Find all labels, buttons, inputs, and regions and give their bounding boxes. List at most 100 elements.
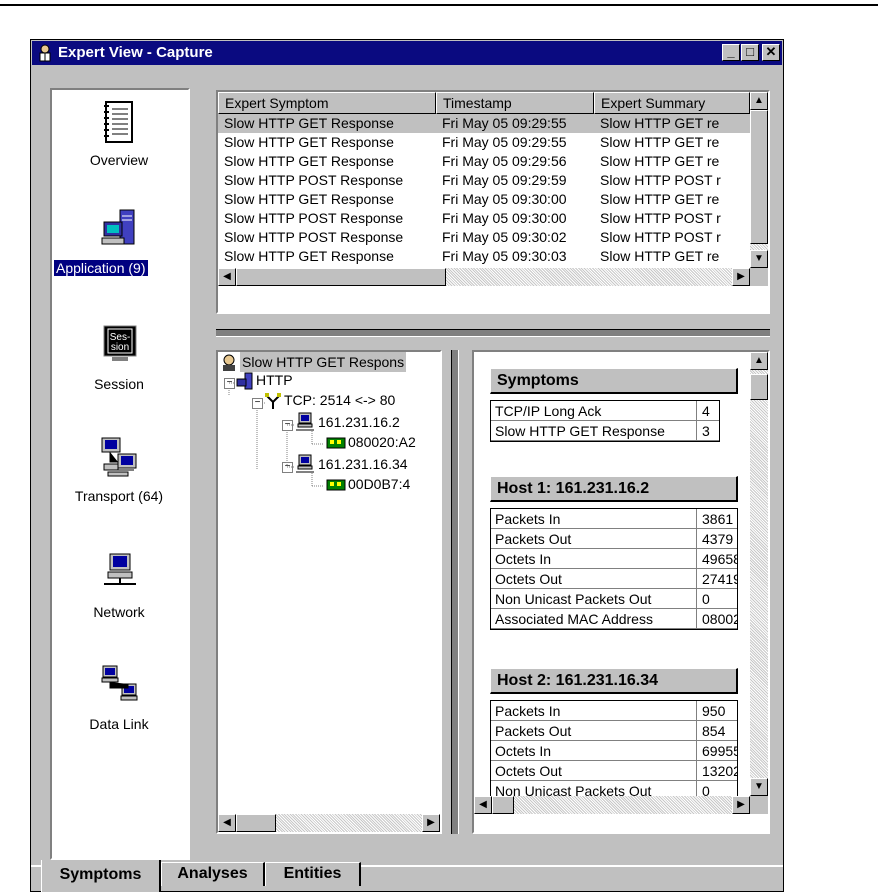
details-vertical-scrollbar[interactable]: ▲ ▼ xyxy=(750,352,768,814)
scroll-right-button[interactable]: ▶ xyxy=(732,796,750,814)
minimize-button[interactable]: _ xyxy=(722,44,740,61)
tab-symptoms[interactable]: Symptoms xyxy=(41,860,161,892)
table-row[interactable]: Slow HTTP POST Response Fri May 05 09:30:… xyxy=(218,228,758,247)
cell-timestamp: Fri May 05 09:29:55 xyxy=(442,115,567,131)
cell-timestamp: Fri May 05 09:29:55 xyxy=(442,134,567,150)
vertical-splitter[interactable] xyxy=(451,350,459,834)
entity-tree-panel: Slow HTTP GET Respons − HTTP − TCP: 2514… xyxy=(216,350,442,834)
scroll-thumb[interactable] xyxy=(236,814,276,832)
scroll-down-button[interactable]: ▼ xyxy=(750,778,768,796)
window-title: Expert View - Capture xyxy=(58,44,213,61)
table-row[interactable]: Slow HTTP POST Response Fri May 05 09:29:… xyxy=(218,171,758,190)
stat-label: Associated MAC Address xyxy=(491,609,697,629)
column-header-expert-summary[interactable]: Expert Summary xyxy=(594,92,750,114)
scroll-up-button[interactable]: ▲ xyxy=(750,352,768,370)
notebook-icon xyxy=(104,101,133,143)
cell-timestamp: Fri May 05 09:30:00 xyxy=(442,210,567,226)
close-button[interactable]: ✕ xyxy=(762,44,780,61)
stat-label: Non Unicast Packets Out xyxy=(491,589,697,609)
cell-timestamp: Fri May 05 09:30:03 xyxy=(442,248,567,264)
nav-item-overview[interactable]: Overview xyxy=(52,100,186,180)
maximize-button[interactable]: □ xyxy=(741,44,759,61)
stat-value: 854 xyxy=(697,721,737,741)
cell-timestamp: Fri May 05 09:30:02 xyxy=(442,229,567,245)
table-horizontal-scrollbar[interactable]: ◀ ▶ xyxy=(218,268,750,286)
stat-label: TCP/IP Long Ack xyxy=(491,401,697,421)
stat-label: Packets Out xyxy=(491,529,697,549)
scroll-up-button[interactable]: ▲ xyxy=(750,92,768,110)
scroll-left-button[interactable]: ◀ xyxy=(474,796,492,814)
scroll-thumb[interactable] xyxy=(236,268,446,286)
stat-value: 950 xyxy=(697,701,737,721)
cell-expert-symptom: Slow HTTP POST Response xyxy=(224,172,404,188)
table-row[interactable]: Slow HTTP GET Response Fri May 05 09:30:0… xyxy=(218,190,758,209)
column-header-timestamp[interactable]: Timestamp xyxy=(436,92,594,114)
scroll-thumb[interactable] xyxy=(492,796,514,814)
table-vertical-scrollbar[interactable]: ▲ ▼ xyxy=(750,92,768,268)
scroll-left-button[interactable]: ◀ xyxy=(218,814,236,832)
cell-expert-symptom: Slow HTTP POST Response xyxy=(224,210,404,226)
tab-analyses[interactable]: Analyses xyxy=(161,862,265,886)
nav-label-session: Session xyxy=(94,376,144,392)
stat-row: Slow HTTP GET Response 3 xyxy=(491,421,719,441)
stat-row: Packets Out 4379 xyxy=(491,529,737,549)
host1-section-header: Host 1: 161.231.16.2 xyxy=(490,476,738,502)
scroll-right-button[interactable]: ▶ xyxy=(732,268,750,286)
scroll-thumb[interactable] xyxy=(750,374,768,400)
cell-expert-summary: Slow HTTP GET re xyxy=(600,191,720,207)
stat-label: Packets In xyxy=(491,701,697,721)
table-row[interactable]: Slow HTTP GET Response Fri May 05 09:30:0… xyxy=(218,247,758,266)
scroll-thumb[interactable] xyxy=(750,110,768,244)
top-rule xyxy=(0,4,878,6)
tab-entities[interactable]: Entities xyxy=(265,862,361,886)
scroll-right-button[interactable]: ▶ xyxy=(422,814,440,832)
data-link-computers-icon xyxy=(101,665,138,701)
host1-stats-table: Packets In 3861 Packets Out 4379 Octets In 49… xyxy=(490,508,738,630)
network-computer-icon xyxy=(104,553,136,585)
scroll-left-button[interactable]: ◀ xyxy=(218,268,236,286)
tree-connector-lines xyxy=(228,382,324,487)
nav-label-transport: Transport (64) xyxy=(74,488,164,504)
nav-item-data-link[interactable]: Data Link xyxy=(52,664,186,744)
nav-item-network[interactable]: Network xyxy=(52,552,186,632)
nav-label-data-link: Data Link xyxy=(89,716,149,732)
cell-expert-symptom: Slow HTTP GET Response xyxy=(224,134,394,150)
cell-expert-symptom: Slow HTTP GET Response xyxy=(224,153,394,169)
scroll-corner xyxy=(750,268,768,286)
stat-row: Packets In 950 xyxy=(491,701,737,721)
table-row[interactable]: Slow HTTP POST Response Fri May 05 09:30:… xyxy=(218,209,758,228)
nav-item-session[interactable]: Ses- sion Session xyxy=(52,324,186,404)
table-row[interactable]: Slow HTTP GET Response Fri May 05 09:29:5… xyxy=(218,133,758,152)
cell-expert-summary: Slow HTTP GET re xyxy=(600,134,720,150)
details-horizontal-scrollbar[interactable]: ◀ ▶ xyxy=(474,796,750,814)
symptoms-section-header: Symptoms xyxy=(490,368,738,394)
title-bar[interactable]: Expert View - Capture _ □ ✕ xyxy=(32,41,782,65)
stat-row: Packets Out 854 xyxy=(491,721,737,741)
cell-expert-summary: Slow HTTP GET re xyxy=(600,248,720,264)
cell-expert-summary: Slow HTTP POST r xyxy=(600,210,721,226)
nav-item-transport[interactable]: Transport (64) xyxy=(52,436,186,516)
stat-row: Associated MAC Address08002 xyxy=(491,609,737,629)
scroll-down-button[interactable]: ▼ xyxy=(750,250,768,268)
layer-nav-panel: Overview Application (9) Ses- sion Sessi… xyxy=(50,88,190,860)
nav-label-network: Network xyxy=(93,604,145,620)
stat-value: 4 xyxy=(697,401,719,421)
host2-section-header: Host 2: 161.231.16.34 xyxy=(490,668,738,694)
stat-label: Packets Out xyxy=(491,721,697,741)
table-row[interactable]: Slow HTTP GET Response Fri May 05 09:29:5… xyxy=(218,114,758,133)
column-header-expert-symptom[interactable]: Expert Symptom xyxy=(218,92,436,114)
tree-horizontal-scrollbar[interactable]: ◀ ▶ xyxy=(218,814,440,832)
stat-label: Packets In xyxy=(491,509,697,529)
table-row[interactable]: Slow HTTP GET Response Fri May 05 09:29:5… xyxy=(218,152,758,171)
cell-expert-summary: Slow HTTP GET re xyxy=(600,153,720,169)
expert-app-icon xyxy=(39,44,51,62)
scroll-corner xyxy=(750,796,768,814)
cell-timestamp: Fri May 05 09:30:00 xyxy=(442,191,567,207)
stat-label: Octets Out xyxy=(491,569,697,589)
stat-value: 49658 xyxy=(697,549,737,569)
nav-label-overview: Overview xyxy=(89,152,149,168)
session-monitor-icon: Ses- sion xyxy=(103,325,137,361)
nav-item-application[interactable]: Application (9) xyxy=(52,208,186,288)
horizontal-splitter[interactable] xyxy=(216,329,770,337)
cell-expert-summary: Slow HTTP POST r xyxy=(600,229,721,245)
